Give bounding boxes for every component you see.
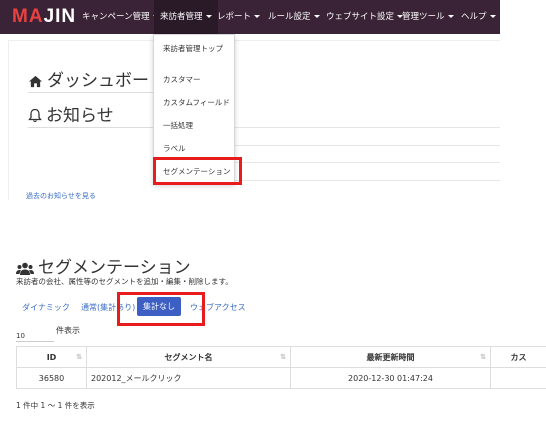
nav-report[interactable]: レポート: [217, 0, 261, 34]
divider: [232, 145, 500, 146]
page-size-select[interactable]: 10: [16, 332, 54, 342]
divider: [28, 92, 158, 93]
nav-admin-tools[interactable]: 管理ツール: [402, 0, 454, 34]
menu-bulk-process[interactable]: 一括処理: [163, 120, 193, 131]
tab-dynamic[interactable]: ダイナミック: [22, 302, 70, 313]
cell-id: 36580: [16, 367, 87, 389]
dashboard-screenshot: MA JIN キャンペーン管理 来訪者管理 レポート ルール設定 ウェブサイト設定…: [0, 0, 500, 200]
past-notices-link[interactable]: 過去のお知らせを見る: [26, 191, 96, 200]
divider: [28, 127, 158, 128]
divider: [232, 127, 500, 128]
column-header-extra[interactable]: カス: [490, 346, 546, 368]
caret-down-icon: [205, 15, 212, 18]
nav-campaign[interactable]: キャンペーン管理: [82, 0, 159, 34]
sort-icon: ⇅: [480, 353, 486, 361]
nav-rule-settings[interactable]: ルール設定: [268, 0, 320, 34]
menu-label[interactable]: ラベル: [163, 143, 186, 154]
table-info: 1 件中 1 ～ 1 件を表示: [16, 401, 95, 410]
dashboard-title: ダッシュボード: [28, 66, 166, 91]
home-icon: [29, 75, 42, 88]
highlight-box: [117, 292, 205, 326]
cell-updated: 2020-12-30 01:47:24: [290, 367, 491, 389]
bell-icon: [28, 108, 42, 123]
menu-customer[interactable]: カスタマー: [163, 74, 201, 85]
column-header-name[interactable]: セグメント名 ⇅: [86, 346, 291, 368]
sort-icon: ⇅: [280, 353, 286, 361]
highlight-box: [153, 157, 242, 185]
divider: [232, 162, 500, 163]
users-icon: [16, 262, 34, 275]
table-header-row: ID ⇅ セグメント名 ⇅ 最新更新時間 ⇅ カス: [16, 346, 546, 368]
top-navbar: MA JIN キャンペーン管理 来訪者管理 レポート ルール設定 ウェブサイト設定…: [0, 0, 500, 34]
nav-help[interactable]: ヘルプ: [461, 0, 496, 34]
cell-extra: [490, 367, 546, 389]
caret-down-icon: [313, 15, 320, 18]
segmentation-title: セグメンテーション: [16, 253, 191, 278]
caret-down-icon: [489, 15, 496, 18]
divider: [232, 180, 500, 181]
sort-icon: ⇅: [76, 353, 82, 361]
table-row[interactable]: 36580 202012_メールクリック 2020-12-30 01:47:24: [16, 367, 546, 389]
column-header-id[interactable]: ID ⇅: [16, 346, 87, 368]
nav-website-settings[interactable]: ウェブサイト設定: [326, 0, 404, 34]
nav-visitor[interactable]: 来訪者管理: [154, 0, 218, 34]
menu-visitor-top[interactable]: 来訪者管理トップ: [163, 43, 223, 54]
menu-custom-field[interactable]: カスタムフィールド: [163, 97, 230, 108]
majin-logo[interactable]: MA JIN: [12, 5, 76, 29]
page-size-label: 件表示: [56, 326, 80, 335]
notice-title: お知らせ: [28, 101, 114, 126]
segment-table: ID ⇅ セグメント名 ⇅ 最新更新時間 ⇅ カス 36580 202012_メールク…: [16, 346, 546, 389]
caret-down-icon: [447, 15, 454, 18]
cell-name[interactable]: 202012_メールクリック: [86, 367, 291, 389]
segmentation-description: 来訪者の会社、属性等のセグメントを追加・編集・削除します。: [16, 277, 233, 286]
column-header-updated[interactable]: 最新更新時間 ⇅: [290, 346, 491, 368]
caret-down-icon: [254, 15, 261, 18]
